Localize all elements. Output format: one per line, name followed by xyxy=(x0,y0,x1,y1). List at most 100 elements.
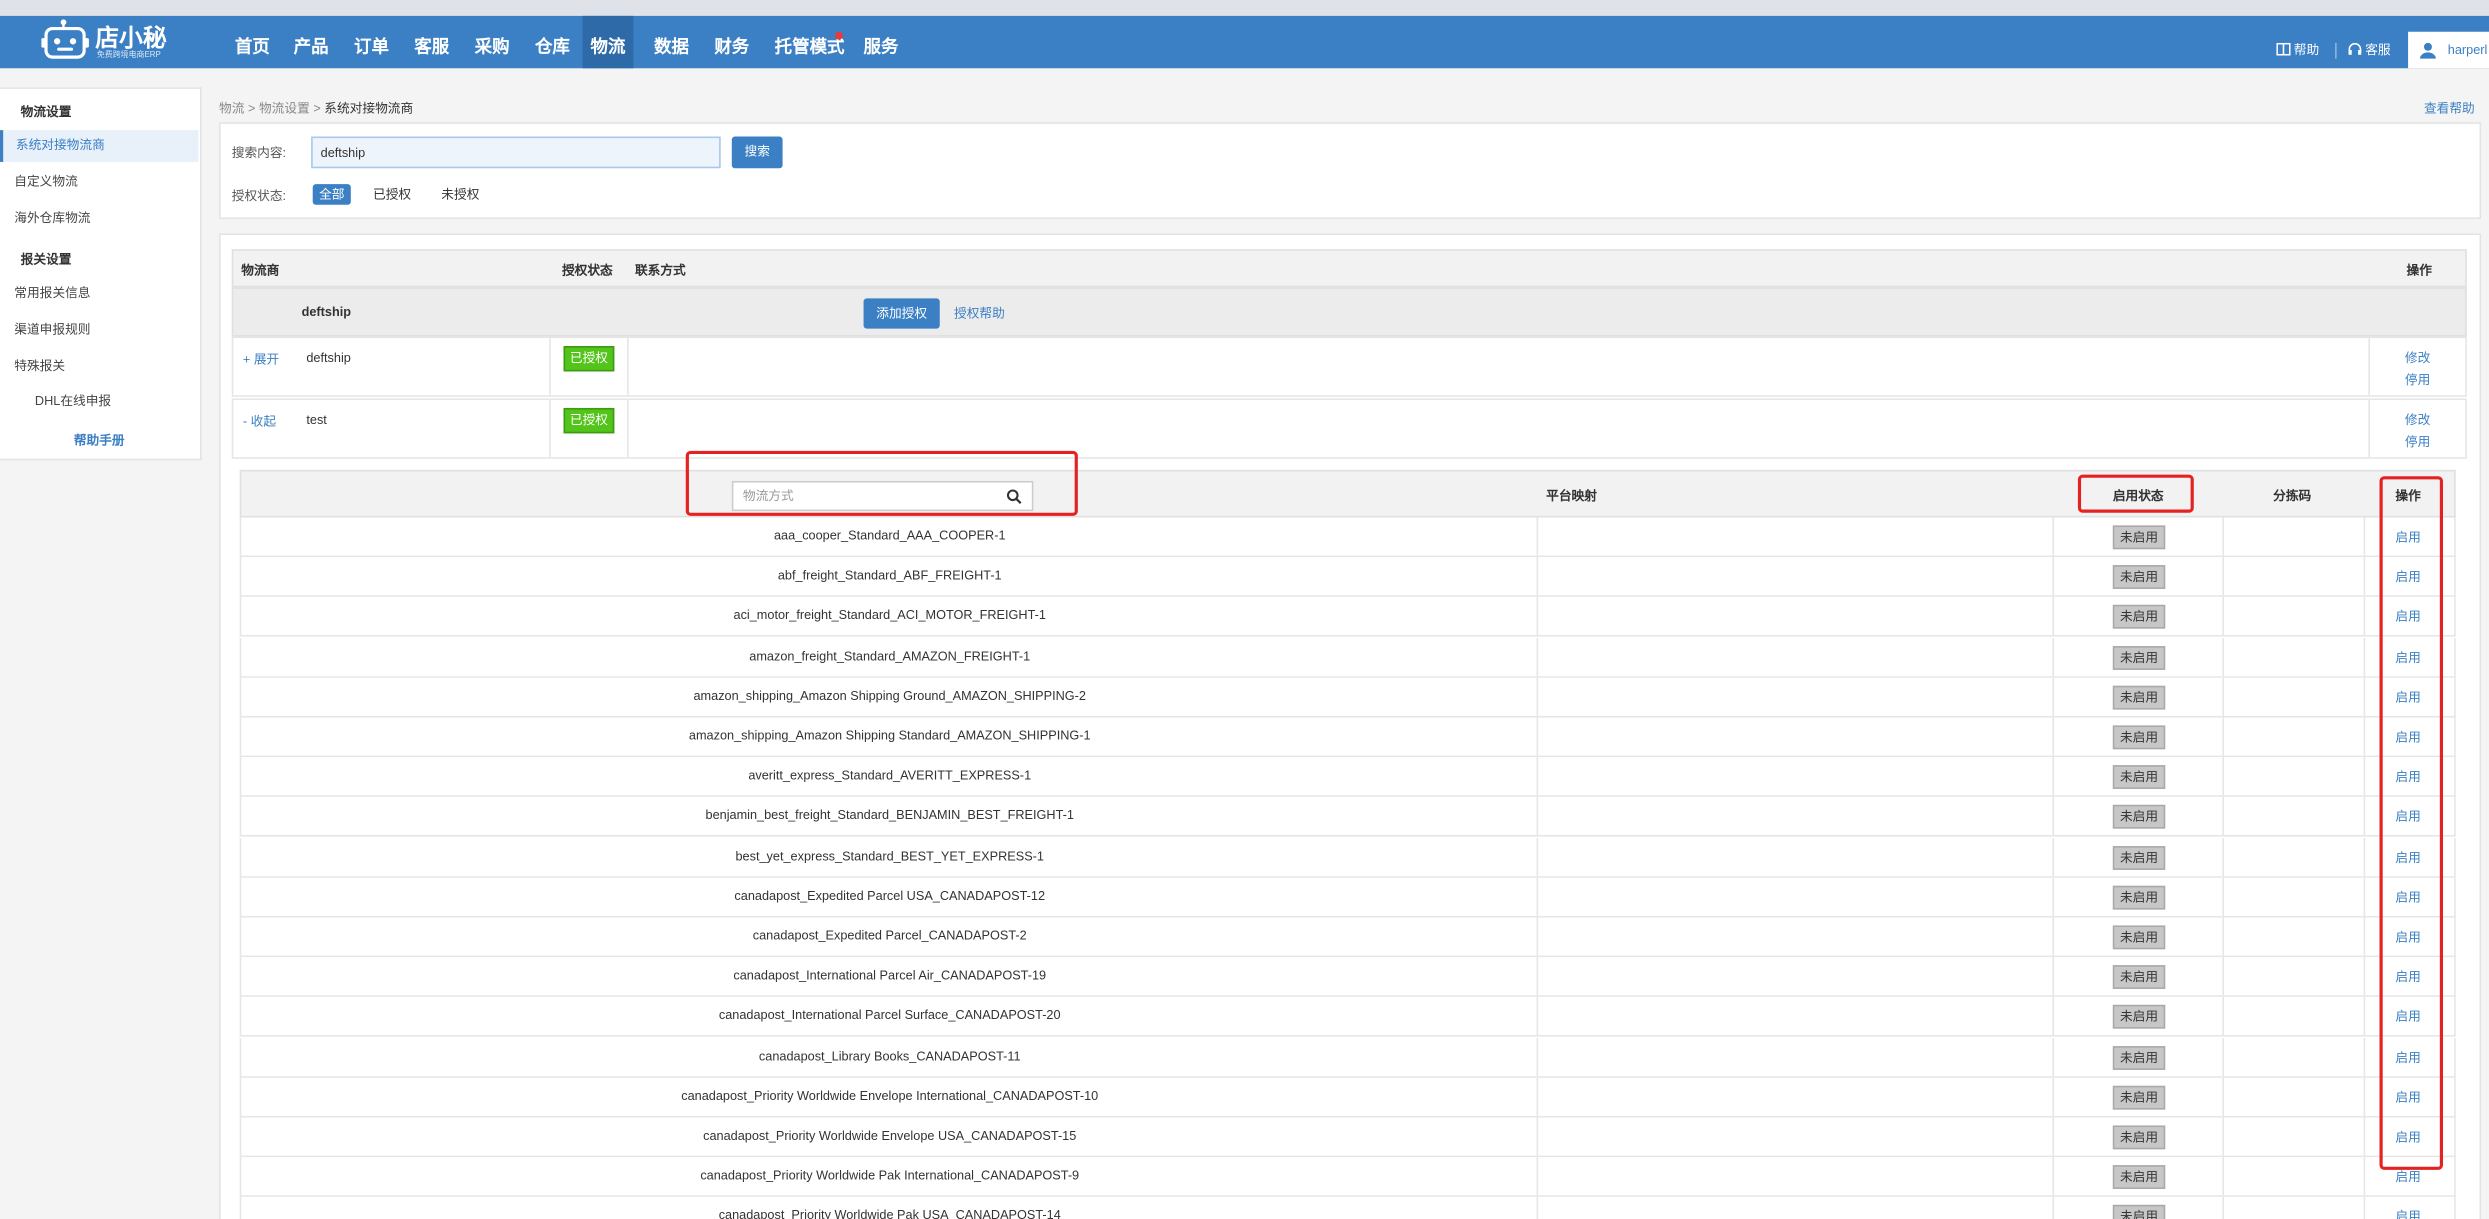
enable-link[interactable]: 启用 xyxy=(2395,1169,2420,1186)
filter-unauthorized[interactable]: 未授权 xyxy=(435,184,486,205)
enable-link[interactable]: 启用 xyxy=(2395,1009,2420,1026)
enable-link[interactable]: 启用 xyxy=(2395,1089,2420,1106)
nav-item-data[interactable]: 数据 xyxy=(646,16,697,68)
carrier-group-name: deftship xyxy=(301,304,351,320)
column-divider xyxy=(2222,997,2224,1036)
nav-item-home[interactable]: 首页 xyxy=(227,16,278,68)
filter-all[interactable]: 全部 xyxy=(312,184,351,205)
sidebar: 物流设置 系统对接物流商 自定义物流 海外仓库物流 报关设置 常用报关信息 渠道… xyxy=(0,87,202,461)
enable-link[interactable]: 启用 xyxy=(2395,769,2420,786)
enable-link[interactable]: 启用 xyxy=(2395,889,2420,906)
column-divider xyxy=(2363,757,2366,796)
shipping-methods-header: 平台映射 启用状态 分拣码 操作 xyxy=(239,469,2456,518)
edit-link[interactable]: 修改 xyxy=(2405,411,2430,428)
enable-link[interactable]: 启用 xyxy=(2395,809,2420,826)
header-contact: 联系方式 xyxy=(634,263,686,278)
authorization-help-link[interactable]: 授权帮助 xyxy=(954,305,1005,322)
disabled-status-badge: 未启用 xyxy=(2112,725,2166,750)
shipping-method-row: amazon_freight_Standard_AMAZON_FREIGHT-1… xyxy=(239,637,2456,678)
sidebar-item-dhl-declaration[interactable]: DHL在线申报 xyxy=(0,386,198,418)
enable-link[interactable]: 启用 xyxy=(2395,1129,2420,1146)
expand-toggle[interactable]: + 展开 xyxy=(243,351,279,368)
method-search-input[interactable] xyxy=(733,482,1015,510)
column-divider xyxy=(2222,597,2224,636)
breadcrumb-logistics-settings[interactable]: 物流设置 xyxy=(259,102,310,116)
collapse-toggle[interactable]: - 收起 xyxy=(243,413,276,430)
nav-item-finance[interactable]: 财务 xyxy=(706,16,757,68)
shipping-method-name: canadapost_Priority Worldwide Envelope I… xyxy=(681,1088,1099,1103)
column-divider xyxy=(2222,957,2224,996)
robot-logo-icon[interactable] xyxy=(41,19,92,63)
sidebar-item-system-carriers[interactable]: 系统对接物流商 xyxy=(0,130,199,162)
nav-item-services[interactable]: 服务 xyxy=(856,16,907,68)
enable-link[interactable]: 启用 xyxy=(2395,569,2420,586)
enable-link[interactable]: 启用 xyxy=(2395,649,2420,666)
column-divider xyxy=(2222,917,2224,956)
enable-link[interactable]: 启用 xyxy=(2395,969,2420,986)
disable-link[interactable]: 停用 xyxy=(2405,371,2430,388)
disabled-status-badge: 未启用 xyxy=(2112,525,2166,550)
column-divider xyxy=(2363,637,2366,676)
enable-link[interactable]: 启用 xyxy=(2395,529,2420,546)
column-divider xyxy=(2052,997,2055,1036)
nav-item-managed-mode[interactable]: 托管模式 xyxy=(767,16,853,68)
nav-item-customer-service[interactable]: 客服 xyxy=(406,16,457,68)
disabled-status-badge: 未启用 xyxy=(2112,965,2166,990)
shipping-method-row: canadapost_Priority Worldwide Envelope I… xyxy=(239,1077,2456,1118)
shipping-method-row: canadapost_Library Books_CANADAPOST-11 未启… xyxy=(239,1037,2456,1078)
column-divider xyxy=(2052,877,2055,916)
help-link[interactable]: 帮助 xyxy=(2294,41,2319,58)
shipping-method-row: amazon_shipping_Amazon Shipping Standard… xyxy=(239,717,2456,758)
nav-item-purchasing[interactable]: 采购 xyxy=(467,16,518,68)
add-authorization-button[interactable]: 添加授权 xyxy=(863,298,940,329)
enable-link[interactable]: 启用 xyxy=(2395,1049,2420,1066)
column-divider xyxy=(2052,557,2055,596)
sidebar-item-special-customs[interactable]: 特殊报关 xyxy=(0,351,198,383)
shipping-method-name: amazon_freight_Standard_AMAZON_FREIGHT-1 xyxy=(749,648,1031,663)
view-help-link[interactable]: 查看帮助 xyxy=(2424,100,2475,117)
column-divider xyxy=(2052,1117,2055,1156)
column-divider xyxy=(2222,1117,2224,1156)
enable-link[interactable]: 启用 xyxy=(2395,929,2420,946)
enable-link[interactable]: 启用 xyxy=(2395,1209,2420,1219)
shipping-method-row: canadapost_Priority Worldwide Pak USA_CA… xyxy=(239,1197,2456,1219)
shipping-method-row: canadapost_Expedited Parcel_CANADAPOST-2… xyxy=(239,917,2456,958)
sidebar-item-channel-rules[interactable]: 渠道申报规则 xyxy=(0,314,198,346)
nav-item-products[interactable]: 产品 xyxy=(286,16,337,68)
edit-link[interactable]: 修改 xyxy=(2405,349,2430,366)
shipping-method-name: canadapost_Priority Worldwide Pak USA_CA… xyxy=(718,1208,1061,1219)
nav-separator xyxy=(2335,42,2337,59)
column-divider xyxy=(2363,1037,2366,1076)
breadcrumb-logistics[interactable]: 物流 xyxy=(219,102,244,116)
sidebar-item-custom-logistics[interactable]: 自定义物流 xyxy=(0,167,198,199)
shipping-method-row: aaa_cooper_Standard_AAA_COOPER-1 未启用 启用 xyxy=(239,517,2456,558)
shipping-method-row: benjamin_best_freight_Standard_BENJAMIN_… xyxy=(239,797,2456,838)
column-divider xyxy=(2052,957,2055,996)
nav-item-warehouse[interactable]: 仓库 xyxy=(527,16,578,68)
column-divider xyxy=(549,400,551,458)
column-divider xyxy=(2363,957,2366,996)
sidebar-item-customs-info[interactable]: 常用报关信息 xyxy=(0,278,198,310)
filter-authorized[interactable]: 已授权 xyxy=(367,184,418,205)
search-button[interactable]: 搜索 xyxy=(731,136,783,169)
shipping-method-name: best_yet_express_Standard_BEST_YET_EXPRE… xyxy=(735,848,1044,863)
help-manual-link[interactable]: 帮助手册 xyxy=(0,432,198,449)
user-menu[interactable]: harperl xyxy=(2408,31,2489,69)
header-enable-status: 启用状态 xyxy=(2112,488,2164,504)
customer-service-link[interactable]: 客服 xyxy=(2365,41,2390,58)
column-divider xyxy=(2052,1077,2055,1116)
column-divider xyxy=(2222,517,2224,556)
disable-link[interactable]: 停用 xyxy=(2405,433,2430,450)
enable-link[interactable]: 启用 xyxy=(2395,729,2420,746)
enable-link[interactable]: 启用 xyxy=(2395,609,2420,626)
sidebar-item-overseas-warehouse[interactable]: 海外仓库物流 xyxy=(0,203,198,235)
enable-link[interactable]: 启用 xyxy=(2395,849,2420,866)
enable-link[interactable]: 启用 xyxy=(2395,689,2420,706)
search-icon[interactable] xyxy=(1006,489,1022,505)
nav-item-logistics[interactable]: 物流 xyxy=(582,15,634,69)
column-divider xyxy=(2363,517,2366,556)
column-divider xyxy=(2052,1157,2055,1196)
disabled-status-badge: 未启用 xyxy=(2112,645,2166,670)
search-input[interactable] xyxy=(311,136,721,169)
nav-item-orders[interactable]: 订单 xyxy=(346,16,397,68)
